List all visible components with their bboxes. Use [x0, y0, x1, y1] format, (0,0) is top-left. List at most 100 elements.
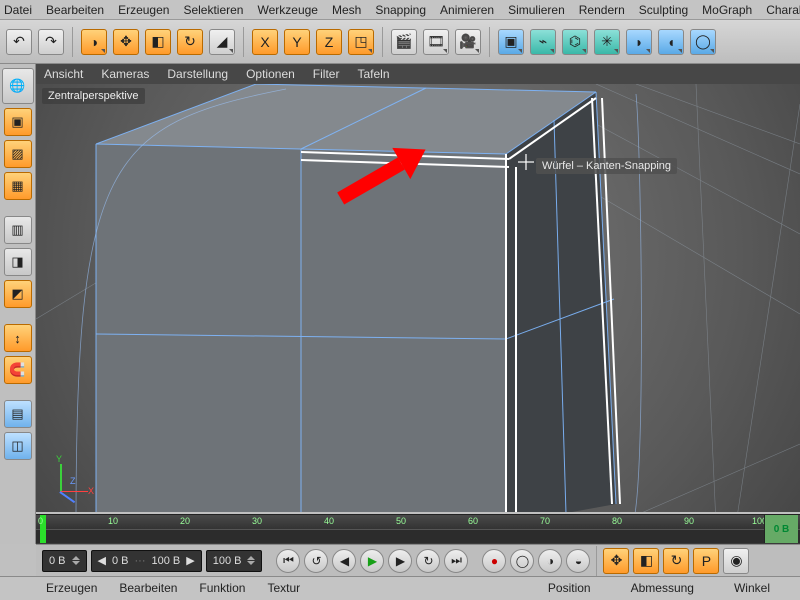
tick-0: 0 [38, 516, 43, 526]
step-back-icon: ◀ [340, 554, 349, 568]
menu-sim[interactable]: Simulieren [508, 3, 565, 17]
autokey-button[interactable]: ◯ [510, 549, 534, 573]
checker-icon: ▨ [11, 146, 23, 162]
add-primitive-button[interactable]: ▣ [498, 29, 524, 55]
add-deformer-button[interactable]: ◗ [626, 29, 652, 55]
tick-90: 90 [684, 516, 694, 526]
menu-character[interactable]: Charak [766, 3, 800, 17]
play-icon: ▶ [368, 554, 377, 568]
tick-80: 80 [612, 516, 622, 526]
timeline-track[interactable] [36, 529, 800, 543]
scale-button[interactable]: ◧ [145, 29, 171, 55]
key-pos-button[interactable]: ✥ [603, 548, 629, 574]
main-menu-bar: Datei Bearbeiten Erzeugen Selektieren We… [0, 0, 800, 20]
menu-select[interactable]: Selektieren [183, 3, 243, 17]
add-environment-button[interactable]: ◖ [658, 29, 684, 55]
point-mode-button[interactable]: ▥ [4, 216, 32, 244]
undo-button[interactable]: ↶ [6, 29, 32, 55]
menu-file[interactable]: Datei [4, 3, 32, 17]
view-menu-display[interactable]: Darstellung [167, 67, 228, 81]
move-button[interactable]: ✥ [113, 29, 139, 55]
viewport-menu-bar: Ansicht Kameras Darstellung Optionen Fil… [36, 64, 800, 84]
view-menu-panels[interactable]: Tafeln [357, 67, 389, 81]
workplane-align-button[interactable]: ▤ [4, 400, 32, 428]
edge-mode-button[interactable]: ◨ [4, 248, 32, 276]
record-button[interactable]: ● [482, 549, 506, 573]
key-next-icon: ↻ [423, 554, 433, 568]
render-view-button[interactable]: 🎬 [391, 29, 417, 55]
main-toolbar: ↶ ↷ ◑ ✥ ◧ ↻ ◢ X Y Z ◳ 🎬 🎞 🎥 ▣ ⌁ ⌬ ✳ ◗ ◖ … [0, 20, 800, 64]
add-field-button[interactable]: ✳ [594, 29, 620, 55]
content-area: 🌐 ▣ ▨ ▦ ▥ ◨ ◩ ↕ 🧲 ▤ ◫ Ansicht Kameras Da… [0, 64, 800, 512]
add-generator-button[interactable]: ⌬ [562, 29, 588, 55]
menu-tools[interactable]: Werkzeuge [257, 3, 317, 17]
redo-button[interactable]: ↷ [38, 29, 64, 55]
key-param-button[interactable]: P [693, 548, 719, 574]
live-select-button[interactable]: ◑ [81, 29, 107, 55]
view-menu-cameras[interactable]: Kameras [101, 67, 149, 81]
mat-menu-texture[interactable]: Textur [267, 581, 300, 595]
x-axis-button[interactable]: X [252, 29, 278, 55]
plane-icon: ▤ [11, 406, 23, 422]
range-field[interactable]: ◀0 B···100 B▶ [91, 550, 202, 572]
menu-create[interactable]: Erzeugen [118, 3, 169, 17]
key-options-button[interactable]: ◒ [566, 549, 590, 573]
last-tool-button[interactable]: ◢ [209, 29, 235, 55]
current-frame-field[interactable]: 0 B [42, 550, 87, 572]
coord-sys-button[interactable]: ◳ [348, 29, 374, 55]
menu-sculpt[interactable]: Sculpting [639, 3, 688, 17]
add-camera-button[interactable]: ◯ [690, 29, 716, 55]
tool-icon: ◢ [217, 33, 228, 50]
tick-70: 70 [540, 516, 550, 526]
next-key-button[interactable]: ↻ [416, 549, 440, 573]
add-spline-button[interactable]: ⌁ [530, 29, 556, 55]
model-mode-button[interactable]: ▣ [4, 108, 32, 136]
goto-end-button[interactable]: ⏭ [444, 549, 468, 573]
play-button[interactable]: ▶ [360, 549, 384, 573]
axis-lock-button[interactable]: ↕ [4, 324, 32, 352]
menu-snap[interactable]: Snapping [375, 3, 426, 17]
view-menu-options[interactable]: Optionen [246, 67, 295, 81]
move-icon: ✥ [120, 33, 132, 50]
mat-menu-func[interactable]: Funktion [199, 581, 245, 595]
key-selection-button[interactable]: ◑ [538, 549, 562, 573]
menu-render[interactable]: Rendern [579, 3, 625, 17]
render-region-button[interactable]: 🎞 [423, 29, 449, 55]
mat-menu-edit[interactable]: Bearbeiten [119, 581, 177, 595]
snap-button[interactable]: 🧲 [4, 356, 32, 384]
goto-start-button[interactable]: ⏮ [276, 549, 300, 573]
x-icon: X [260, 34, 269, 50]
undo-icon: ↶ [13, 33, 25, 50]
prev-frame-button[interactable]: ◀ [332, 549, 356, 573]
cam-icon: ◯ [695, 33, 711, 50]
key-rot-button[interactable]: ↻ [663, 548, 689, 574]
menu-anim[interactable]: Animieren [440, 3, 494, 17]
mat-menu-create[interactable]: Erzeugen [46, 581, 97, 595]
z-icon: Z [325, 34, 334, 50]
timeline-ruler[interactable]: 0 10 20 30 40 50 60 70 80 90 100 [36, 515, 800, 529]
timeline[interactable]: 0 10 20 30 40 50 60 70 80 90 100 0 B [36, 514, 800, 544]
y-axis-button[interactable]: Y [284, 29, 310, 55]
workplane-lock-button[interactable]: ◫ [4, 432, 32, 460]
polygon-mode-button[interactable]: ◩ [4, 280, 32, 308]
texture-mode-button[interactable]: ▨ [4, 140, 32, 168]
tick-50: 50 [396, 516, 406, 526]
menu-mograph[interactable]: MoGraph [702, 3, 752, 17]
menu-mesh[interactable]: Mesh [332, 3, 361, 17]
z-axis-button[interactable]: Z [316, 29, 342, 55]
render-settings-button[interactable]: 🎥 [455, 29, 481, 55]
next-frame-button[interactable]: ▶ [388, 549, 412, 573]
view-menu-view[interactable]: Ansicht [44, 67, 83, 81]
key-pla-button[interactable]: ◉ [723, 548, 749, 574]
cursor-icon: ◑ [90, 34, 98, 50]
prev-key-button[interactable]: ↺ [304, 549, 328, 573]
view-menu-filter[interactable]: Filter [313, 67, 340, 81]
viewport-3d[interactable]: Zentralperspektive [36, 84, 800, 512]
workplane-mode-button[interactable]: ▦ [4, 172, 32, 200]
rotate-button[interactable]: ↻ [177, 29, 203, 55]
key-scale-button[interactable]: ◧ [633, 548, 659, 574]
end-frame-field[interactable]: 100 B [206, 550, 263, 572]
step-fwd-icon: ▶ [396, 554, 405, 568]
make-editable-button[interactable]: 🌐 [2, 68, 34, 104]
menu-edit[interactable]: Bearbeiten [46, 3, 104, 17]
